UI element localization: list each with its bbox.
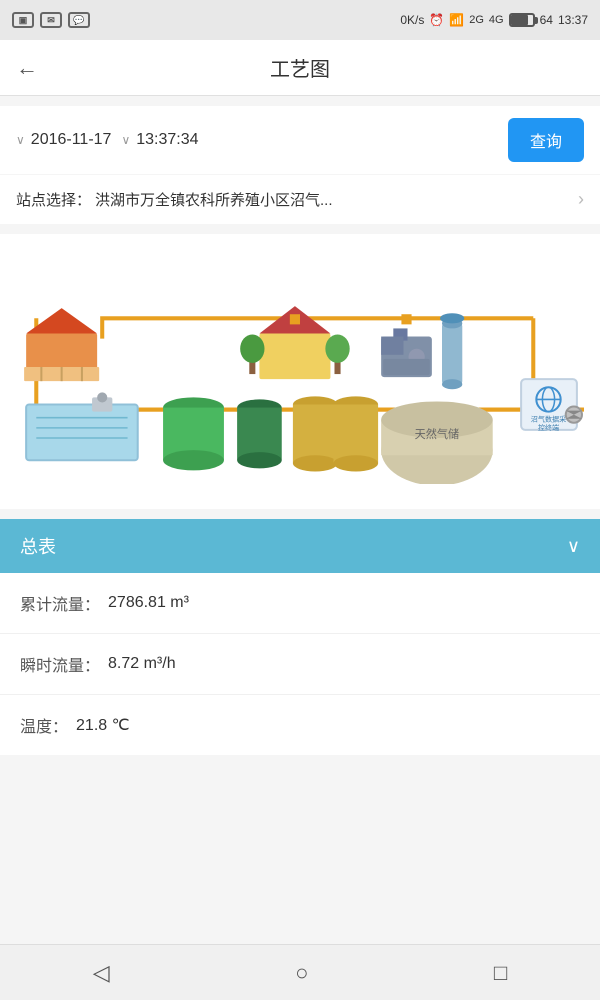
nav-back-button[interactable]: ◁ [83,950,120,996]
battery-icon [509,13,535,27]
time-value: 13:37:34 [136,131,198,149]
cumulative-flow-value: 2786.81 m³ [108,594,189,612]
date-dropdown-arrow: ∨ [16,133,25,147]
bottom-nav: ◁ ○ □ [0,944,600,1000]
time-selector[interactable]: ∨ 13:37:34 [121,131,198,149]
clock-icon: ⏰ [429,13,444,27]
svg-text:控终端: 控终端 [538,423,559,432]
wifi-icon: 📶 [449,13,464,27]
svg-text:沼气数据采: 沼气数据采 [531,415,566,424]
battery-level: 64 [540,13,553,27]
filter-row: ∨ 2016-11-17 ∨ 13:37:34 查询 [0,106,600,174]
signal-2g: 2G [469,14,484,26]
page-title: 工艺图 [270,53,330,82]
instant-flow-row: 瞬时流量： 8.72 m³/h [0,634,600,695]
date-selector[interactable]: ∨ 2016-11-17 [16,131,111,149]
time-display: 13:37 [558,13,588,27]
station-row[interactable]: 站点选择： 洪湖市万全镇农科所养殖小区沼气... › [0,175,600,224]
nav-home-button[interactable]: ○ [285,950,318,996]
chat-icon: 💬 [68,12,90,28]
speed-label: 0K/s [400,13,424,27]
data-section: 累计流量： 2786.81 m³ 瞬时流量： 8.72 m³/h 温度： 21.… [0,573,600,755]
station-value: 洪湖市万全镇农科所养殖小区沼气... [95,189,578,210]
sim-icon: ▣ [12,12,34,28]
back-button[interactable]: ← [16,55,38,81]
instant-flow-label: 瞬时流量： [20,652,100,676]
station-label: 站点选择： [16,189,91,210]
summary-dropdown-icon: ∨ [567,536,580,557]
nav-recent-button[interactable]: □ [484,950,517,996]
cumulative-flow-label: 累计流量： [20,591,100,615]
summary-header[interactable]: 总表 ∨ [0,519,600,573]
svg-text:天然气储: 天然气储 [415,427,460,441]
date-value: 2016-11-17 [31,131,112,149]
station-arrow-icon: › [578,189,584,210]
cumulative-flow-row: 累计流量： 2786.81 m³ [0,573,600,634]
status-right: 0K/s ⏰ 📶 2G 4G 64 13:37 [400,13,588,27]
process-diagram: 天然气储 沼气数据采 控终端 [0,234,600,509]
header: ← 工艺图 [0,40,600,96]
status-bar: ▣ ✉ 💬 0K/s ⏰ 📶 2G 4G 64 13:37 [0,0,600,40]
temperature-row: 温度： 21.8 ℃ [0,695,600,755]
time-dropdown-arrow: ∨ [121,133,130,147]
diagram-svg: 天然气储 沼气数据采 控终端 [16,254,584,484]
instant-flow-value: 8.72 m³/h [108,655,176,673]
mail-icon: ✉ [40,12,62,28]
temperature-label: 温度： [20,713,68,737]
query-button[interactable]: 查询 [508,118,584,162]
status-left: ▣ ✉ 💬 [12,12,90,28]
temperature-value: 21.8 ℃ [76,715,130,735]
signal-4g: 4G [489,14,504,26]
summary-title: 总表 [20,533,56,559]
